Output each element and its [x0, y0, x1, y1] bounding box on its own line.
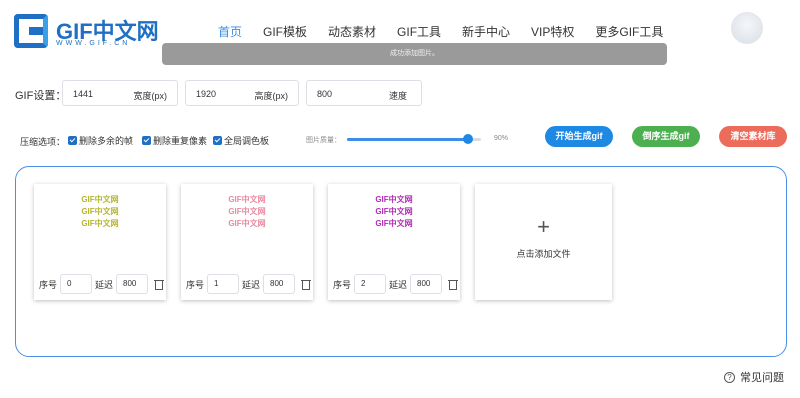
success-toast: 成功添加图片。	[162, 43, 667, 65]
frame-card: GIF中文网 GIF中文网 GIF中文网 序号 1 延迟 800	[181, 184, 313, 300]
add-file-card[interactable]: + 点击添加文件	[475, 184, 612, 300]
seq-input[interactable]: 2	[354, 274, 387, 294]
trash-icon[interactable]	[154, 279, 165, 290]
clear-materials-button[interactable]: 清空素材库	[719, 126, 787, 147]
height-input[interactable]: 1920 高度(px)	[185, 80, 299, 106]
frame-text-line: GIF中文网	[375, 195, 413, 204]
compression-label: 压缩选项：	[20, 137, 66, 147]
height-value: 1920	[196, 89, 217, 99]
frame-text-line: GIF中文网	[81, 207, 119, 216]
nav-item-gif-tools[interactable]: GIF工具	[397, 23, 441, 40]
reverse-generate-gif-button[interactable]: 倒序生成gif	[632, 126, 700, 147]
width-unit: 宽度(px)	[133, 91, 168, 101]
frame-text-line: GIF中文网	[81, 219, 119, 228]
user-avatar[interactable]	[731, 12, 763, 44]
seq-input[interactable]: 1	[207, 274, 240, 294]
frame-thumbnail: GIF中文网 GIF中文网 GIF中文网	[328, 194, 460, 246]
nav-item-home[interactable]: 首页	[218, 23, 242, 40]
faq-link[interactable]: ? 常见问题	[724, 369, 784, 385]
quality-label: 图片质量：	[306, 137, 341, 144]
delay-input[interactable]: 800	[263, 274, 296, 294]
site-logo[interactable]: GIF中文网 WWW.GIF.CN	[14, 14, 159, 50]
question-icon: ?	[724, 371, 735, 383]
add-file-label: 点击添加文件	[516, 249, 571, 259]
frame-controls: 序号 1 延迟 800	[186, 274, 312, 294]
frame-thumbnail: GIF中文网 GIF中文网 GIF中文网	[34, 194, 166, 246]
frame-text-line: GIF中文网	[375, 207, 413, 216]
delay-input[interactable]: 800	[410, 274, 443, 294]
quality-slider[interactable]	[347, 134, 481, 144]
option-label: 全局调色板	[224, 136, 270, 146]
plus-icon: +	[537, 214, 550, 239]
frame-text-line: GIF中文网	[228, 195, 266, 204]
start-generate-gif-button[interactable]: 开始生成gif	[545, 126, 613, 147]
seq-input[interactable]: 0	[60, 274, 93, 294]
seq-label: 序号	[333, 279, 352, 290]
delay-label: 延迟	[95, 279, 114, 290]
speed-unit: 速度	[388, 91, 407, 101]
frame-text-line: GIF中文网	[228, 219, 266, 228]
speed-value: 800	[317, 89, 333, 99]
logo-subtext: WWW.GIF.CN	[56, 40, 131, 47]
option-global-palette[interactable]: 全局调色板	[213, 134, 269, 147]
option-label: 删除多余的帧	[79, 136, 134, 146]
checkbox-checked-icon	[213, 136, 222, 145]
nav-item-gif-templates[interactable]: GIF模板	[263, 23, 307, 40]
trash-icon[interactable]	[301, 279, 312, 290]
faq-label: 常见问题	[740, 372, 784, 384]
nav-item-more-tools[interactable]: 更多GIF工具	[595, 23, 663, 40]
height-unit: 高度(px)	[254, 91, 289, 101]
delay-input[interactable]: 800	[116, 274, 149, 294]
trash-icon[interactable]	[448, 279, 459, 290]
checkbox-checked-icon	[142, 136, 151, 145]
frame-controls: 序号 0 延迟 800	[39, 274, 165, 294]
frame-text-line: GIF中文网	[375, 219, 413, 228]
logo-mark-icon	[14, 14, 48, 48]
width-input[interactable]: 1441 宽度(px)	[62, 80, 178, 106]
nav-item-vip[interactable]: VIP特权	[531, 23, 574, 40]
frame-controls: 序号 2 延迟 800	[333, 274, 459, 294]
frame-thumbnail: GIF中文网 GIF中文网 GIF中文网	[181, 194, 313, 246]
seq-label: 序号	[39, 279, 58, 290]
frame-card: GIF中文网 GIF中文网 GIF中文网 序号 2 延迟 800	[328, 184, 460, 300]
quality-slider-fill	[347, 138, 468, 141]
frame-text-line: GIF中文网	[228, 207, 266, 216]
nav-item-beginner-center[interactable]: 新手中心	[462, 23, 510, 40]
option-label: 删除重复像素	[153, 136, 208, 146]
option-remove-extra-frames[interactable]: 删除多余的帧	[68, 134, 133, 147]
frame-text-line: GIF中文网	[81, 195, 119, 204]
width-value: 1441	[73, 89, 94, 99]
delay-label: 延迟	[389, 279, 408, 290]
speed-input[interactable]: 800 速度	[306, 80, 422, 106]
delay-label: 延迟	[242, 279, 261, 290]
option-remove-duplicate-pixels[interactable]: 删除重复像素	[142, 134, 207, 147]
frame-card: GIF中文网 GIF中文网 GIF中文网 序号 0 延迟 800	[34, 184, 166, 300]
checkbox-checked-icon	[68, 136, 77, 145]
main-nav: 首页 GIF模板 动态素材 GIF工具 新手中心 VIP特权 更多GIF工具	[218, 23, 684, 40]
nav-item-dynamic-materials[interactable]: 动态素材	[328, 23, 376, 40]
seq-label: 序号	[186, 279, 205, 290]
quality-value: 90%	[494, 135, 509, 142]
gif-settings-label: GIF设置：	[15, 90, 67, 102]
quality-slider-thumb[interactable]	[462, 134, 473, 144]
